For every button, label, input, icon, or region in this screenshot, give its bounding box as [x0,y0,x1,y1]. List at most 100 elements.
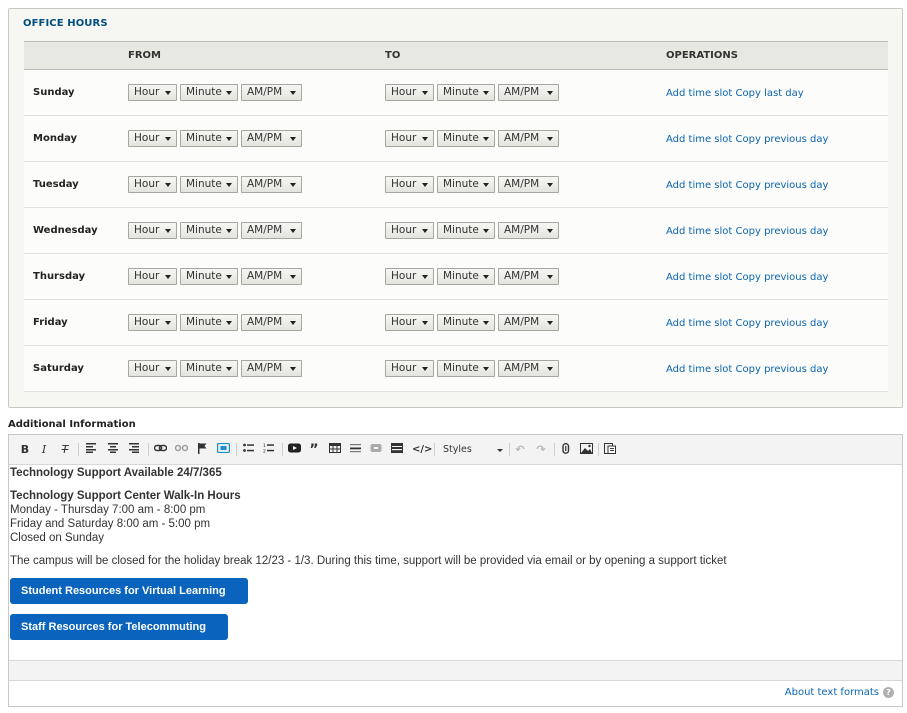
to-minute-select[interactable]: Minute [437,268,495,285]
from-ampm-select[interactable]: AM/PM [241,84,302,101]
from-ampm-select[interactable]: AM/PM [241,360,302,377]
from-ampm-select[interactable]: AM/PM [241,314,302,331]
from-ampm-select[interactable]: AM/PM [241,268,302,285]
accordion-icon[interactable] [391,443,403,457]
horizontal-line-icon[interactable] [349,443,361,457]
to-hour-select[interactable]: Hour [385,360,434,377]
operations-cell: Add time slot Copy previous day [666,180,828,191]
to-ampm-select[interactable]: AM/PM [498,360,559,377]
to-minute-select[interactable]: Minute [437,130,495,147]
from-ampm-select[interactable]: AM/PM [241,130,302,147]
from-hour-select[interactable]: Hour [128,314,177,331]
about-text-formats-link[interactable]: About text formats [785,687,879,698]
chevron-down-icon [290,137,296,141]
from-hour-select[interactable]: Hour [128,222,177,239]
from-hour-select[interactable]: Hour [128,176,177,193]
unlink-icon[interactable] [174,443,188,457]
table-body: Sunday Hour Minute AM/PM Hour Minute AM/PM Add … [24,70,888,392]
chevron-down-icon [422,229,428,233]
to-minute-select[interactable]: Minute [437,84,495,101]
from-hour-select[interactable]: Hour [128,84,177,101]
copy-day-link[interactable]: Copy previous day [736,226,829,237]
from-ampm-select-value: AM/PM [247,132,283,144]
from-hour-select[interactable]: Hour [128,268,177,285]
source-code-icon[interactable]: </> [412,443,432,457]
to-minute-select[interactable]: Minute [437,222,495,239]
about-text-formats[interactable]: About text formats ? [785,687,894,698]
staff-resources-button[interactable]: Staff Resources for Telecommuting [10,614,228,640]
styles-dropdown[interactable]: Styles [439,441,507,459]
to-ampm-select[interactable]: AM/PM [498,176,559,193]
add-time-slot-link[interactable]: Add time slot [666,226,732,237]
from-minute-select[interactable]: Minute [180,314,238,331]
copy-day-link[interactable]: Copy previous day [736,180,829,191]
from-minute-select[interactable]: Minute [180,130,238,147]
student-resources-button[interactable]: Student Resources for Virtual Learning [10,578,248,604]
blockquote-icon[interactable]: ” [308,443,320,457]
copy-day-link[interactable]: Copy last day [736,88,804,99]
from-minute-select[interactable]: Minute [180,84,238,101]
undo-icon[interactable]: ↶ [514,443,526,457]
to-ampm-select[interactable]: AM/PM [498,314,559,331]
to-ampm-select-value: AM/PM [504,316,540,328]
from-minute-select[interactable]: Minute [180,360,238,377]
chevron-down-icon [422,321,428,325]
to-hour-select-value: Hour [391,132,417,144]
chevron-down-icon [483,275,489,279]
chevron-down-icon [165,367,171,371]
from-minute-select[interactable]: Minute [180,176,238,193]
from-ampm-select[interactable]: AM/PM [241,176,302,193]
add-time-slot-link[interactable]: Add time slot [666,180,732,191]
anchor-flag-icon[interactable] [196,443,208,457]
remove-format-icon[interactable]: T [58,443,72,457]
day-label: Wednesday [33,225,98,236]
help-icon[interactable]: ? [883,687,894,698]
button-widget-icon[interactable] [370,443,382,457]
to-hour-select[interactable]: Hour [385,176,434,193]
from-minute-select[interactable]: Minute [180,268,238,285]
to-minute-select[interactable]: Minute [437,176,495,193]
to-ampm-select[interactable]: AM/PM [498,84,559,101]
to-ampm-select[interactable]: AM/PM [498,222,559,239]
numbered-list-icon[interactable]: 12 [262,443,274,457]
to-hour-select[interactable]: Hour [385,222,434,239]
add-time-slot-link[interactable]: Add time slot [666,272,732,283]
to-ampm-select[interactable]: AM/PM [498,268,559,285]
media-attach-icon[interactable] [560,442,572,457]
table-icon[interactable] [328,443,342,457]
from-hour-select[interactable]: Hour [128,360,177,377]
bulleted-list-icon[interactable] [242,443,254,457]
redo-icon[interactable]: ↷ [535,443,547,457]
content-line-holiday-notice: The campus will be closed for the holida… [10,555,727,567]
align-center-icon[interactable] [107,443,119,457]
italic-icon[interactable]: I [38,443,50,457]
to-minute-select[interactable]: Minute [437,314,495,331]
youtube-icon[interactable] [287,443,301,457]
copy-day-link[interactable]: Copy previous day [736,318,829,329]
add-time-slot-link[interactable]: Add time slot [666,134,732,145]
to-hour-select[interactable]: Hour [385,268,434,285]
add-time-slot-link[interactable]: Add time slot [666,364,732,375]
templates-icon[interactable] [603,443,617,457]
from-hour-select[interactable]: Hour [128,130,177,147]
image-icon[interactable] [579,443,593,457]
header-to: TO [385,50,401,61]
copy-day-link[interactable]: Copy previous day [736,272,829,283]
from-minute-select[interactable]: Minute [180,222,238,239]
from-ampm-select[interactable]: AM/PM [241,222,302,239]
bold-icon[interactable]: B [19,443,31,457]
to-hour-select[interactable]: Hour [385,130,434,147]
add-time-slot-link[interactable]: Add time slot [666,88,732,99]
to-ampm-select[interactable]: AM/PM [498,130,559,147]
to-minute-select[interactable]: Minute [437,360,495,377]
add-time-slot-link[interactable]: Add time slot [666,318,732,329]
to-minute-select-value: Minute [443,316,479,328]
iframe-icon[interactable] [216,442,230,457]
to-hour-select[interactable]: Hour [385,84,434,101]
align-left-icon[interactable] [85,443,97,457]
to-hour-select[interactable]: Hour [385,314,434,331]
align-right-icon[interactable] [128,443,140,457]
link-icon[interactable] [153,443,167,457]
copy-day-link[interactable]: Copy previous day [736,134,829,145]
copy-day-link[interactable]: Copy previous day [736,364,829,375]
